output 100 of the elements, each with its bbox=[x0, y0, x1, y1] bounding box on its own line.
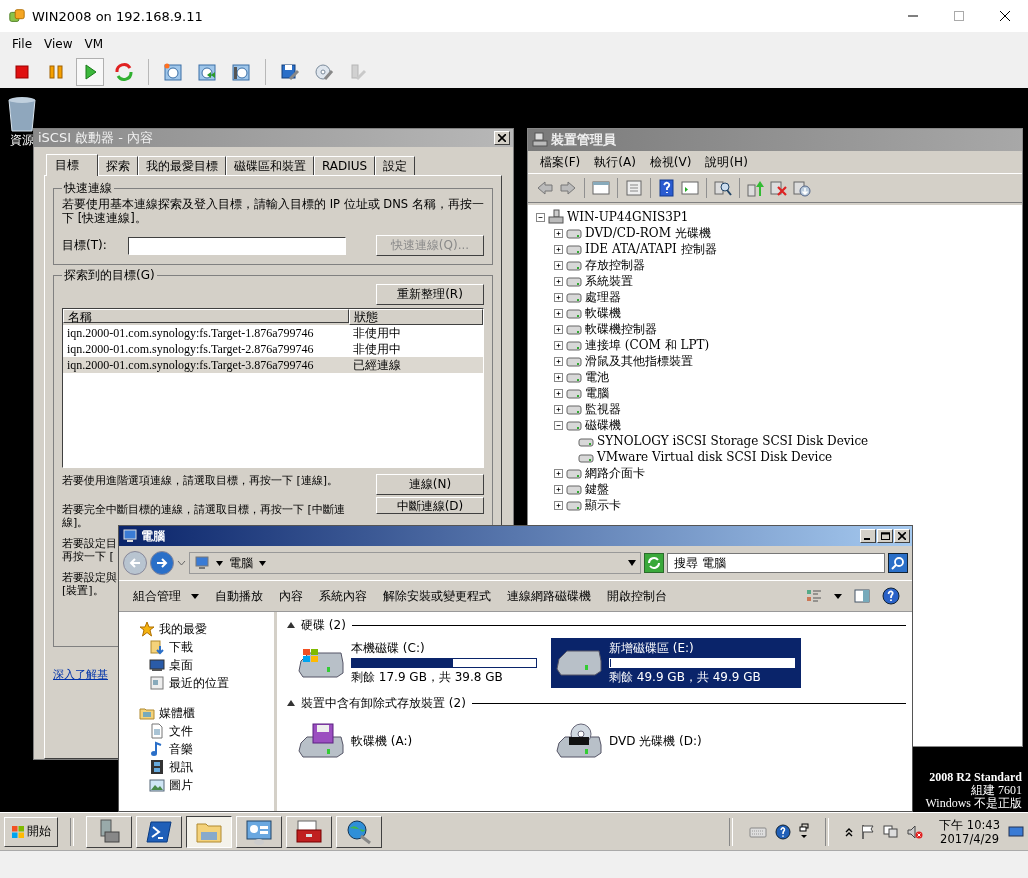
close-button[interactable] bbox=[894, 529, 910, 543]
clock-date[interactable]: 2017/4/29 bbox=[940, 831, 1000, 846]
help-icon[interactable] bbox=[882, 587, 900, 605]
tree-expander[interactable] bbox=[554, 324, 563, 334]
drive-item[interactable]: DVD 光碟機 (D:) bbox=[551, 716, 801, 766]
menu-item[interactable]: VM bbox=[84, 37, 104, 51]
tree-expander[interactable] bbox=[554, 308, 563, 318]
network-icon[interactable] bbox=[883, 823, 900, 840]
tree-expander[interactable] bbox=[554, 244, 563, 254]
tab[interactable]: 設定 bbox=[375, 156, 416, 175]
nav-item[interactable]: 桌面 bbox=[169, 656, 193, 674]
tree-item[interactable]: SYNOLOGY iSCSI Storage SCSI Disk Device bbox=[597, 434, 869, 448]
nav-item[interactable]: 圖片 bbox=[169, 776, 193, 794]
tree-item[interactable]: 網路介面卡 bbox=[585, 464, 645, 482]
nav-item[interactable]: 視訊 bbox=[169, 758, 193, 776]
install-icon[interactable] bbox=[793, 179, 811, 197]
tree-item[interactable]: 系統裝置 bbox=[585, 272, 633, 290]
connect-button[interactable]: 連線(N) bbox=[376, 474, 484, 495]
help-icon[interactable] bbox=[658, 179, 676, 197]
show-desktop-icon[interactable] bbox=[1008, 824, 1024, 839]
tree-expander[interactable] bbox=[554, 292, 563, 302]
tab[interactable]: 目標 bbox=[46, 154, 98, 176]
tree-expander[interactable] bbox=[554, 228, 563, 238]
play-button[interactable] bbox=[76, 58, 104, 86]
back-button[interactable] bbox=[123, 551, 147, 575]
tree-item[interactable]: VMware Virtual disk SCSI Disk Device bbox=[597, 450, 833, 464]
help-link[interactable]: 深入了解基 bbox=[53, 667, 108, 682]
refresh-button[interactable]: 重新整理(R) bbox=[376, 284, 484, 305]
windows-toggle-icon[interactable] bbox=[799, 822, 810, 841]
menu-item[interactable]: View bbox=[44, 37, 73, 51]
tree-item[interactable]: 電池 bbox=[585, 368, 609, 386]
tree-item[interactable]: DVD/CD-ROM 光碟機 bbox=[585, 224, 711, 242]
tab[interactable]: 磁碟區和裝置 bbox=[226, 156, 314, 175]
nav-item[interactable]: 音樂 bbox=[169, 740, 193, 758]
search-field[interactable]: 搜尋 電腦 bbox=[667, 553, 885, 573]
list-row[interactable]: iqn.2000-01.com.synology:fs.Target-2.876a799746 非使用中 bbox=[63, 341, 483, 357]
panel-icon[interactable] bbox=[681, 179, 699, 197]
tree-item[interactable]: 存放控制器 bbox=[585, 256, 645, 274]
command-button[interactable]: 組合管理 bbox=[125, 584, 207, 608]
close-button[interactable] bbox=[494, 131, 510, 145]
scan-icon[interactable] bbox=[714, 179, 732, 197]
menu-item[interactable]: 執行(A) bbox=[594, 153, 636, 171]
tree-expander[interactable] bbox=[554, 260, 563, 270]
taskbar-app-button[interactable] bbox=[186, 815, 232, 848]
tree-expander[interactable] bbox=[554, 500, 563, 510]
tree-item[interactable]: IDE ATA/ATAPI 控制器 bbox=[585, 240, 717, 258]
address-bar[interactable]: 電腦 bbox=[189, 552, 641, 574]
tab[interactable]: 探索 bbox=[98, 156, 138, 175]
recycle-bin-icon[interactable] bbox=[5, 94, 39, 132]
column-header[interactable]: 名稱 bbox=[63, 309, 349, 323]
tree-expander[interactable] bbox=[554, 468, 563, 478]
command-button[interactable]: 自動播放 bbox=[207, 584, 271, 608]
column-header[interactable]: 狀態 bbox=[349, 309, 483, 325]
maximize-button[interactable] bbox=[877, 529, 893, 543]
tree-expander[interactable] bbox=[554, 388, 563, 398]
drive-item[interactable]: 新增磁碟區 (E:) 剩餘 49.9 GB，共 49.9 GB bbox=[551, 638, 801, 688]
panel-icon[interactable] bbox=[592, 179, 610, 197]
tree-expander[interactable] bbox=[536, 212, 545, 222]
drive-item[interactable]: 本機磁碟 (C:) 剩餘 17.9 GB，共 39.8 GB bbox=[293, 638, 543, 688]
tab[interactable]: RADIUS bbox=[314, 156, 376, 175]
caret-icon[interactable] bbox=[834, 593, 842, 599]
list-row[interactable]: iqn.2000-01.com.synology:fs.Target-1.876a799746 非使用中 bbox=[63, 325, 483, 341]
tree-item[interactable]: 電腦 bbox=[585, 384, 609, 402]
menu-item[interactable]: 檢視(V) bbox=[649, 153, 692, 171]
tree-expander[interactable] bbox=[554, 372, 563, 382]
tree-expander[interactable] bbox=[554, 404, 563, 414]
tree-item[interactable]: 監視器 bbox=[585, 400, 621, 418]
forward-button[interactable] bbox=[150, 551, 174, 575]
search-button[interactable] bbox=[888, 553, 908, 573]
drive-item[interactable]: 軟碟機 (A:) bbox=[293, 716, 543, 766]
disconnect-button[interactable]: 中斷連線(D) bbox=[376, 497, 484, 514]
tree-expander[interactable] bbox=[554, 420, 563, 430]
tree-expander[interactable] bbox=[554, 356, 563, 366]
collapse-caret-icon[interactable] bbox=[287, 700, 295, 706]
tree-item[interactable]: 滑鼠及其他指標裝置 bbox=[585, 352, 693, 370]
collapse-caret-icon[interactable] bbox=[287, 622, 295, 628]
volume-muted-icon[interactable] bbox=[907, 823, 924, 840]
nav-item[interactable]: 最近的位置 bbox=[169, 674, 229, 692]
flag-icon[interactable] bbox=[861, 823, 876, 840]
tree-item[interactable]: 軟碟機 bbox=[585, 304, 621, 322]
tree-item[interactable]: 鍵盤 bbox=[585, 480, 609, 498]
list-row[interactable]: iqn.2000-01.com.synology:fs.Target-3.876a799746 已經連線 bbox=[63, 357, 483, 373]
tree-expander[interactable] bbox=[554, 340, 563, 350]
menu-item[interactable]: 說明(H) bbox=[705, 153, 748, 171]
start-button[interactable]: 開始 bbox=[4, 816, 58, 847]
tree-item[interactable]: 磁碟機 bbox=[585, 416, 621, 434]
command-button[interactable]: 開啟控制台 bbox=[599, 584, 675, 608]
menu-item[interactable]: File bbox=[12, 37, 33, 51]
menu-item[interactable]: 檔案(F) bbox=[540, 153, 581, 171]
nav-item[interactable]: 下載 bbox=[169, 638, 193, 656]
remove-icon[interactable] bbox=[770, 179, 788, 197]
tab[interactable]: 我的最愛目標 bbox=[138, 156, 226, 175]
tree-expander[interactable] bbox=[554, 276, 563, 286]
tree-expander[interactable] bbox=[554, 484, 563, 494]
command-button[interactable]: 系統內容 bbox=[311, 584, 375, 608]
command-button[interactable]: 連線網路磁碟機 bbox=[499, 584, 599, 608]
command-button[interactable]: 解除安裝或變更程式 bbox=[375, 584, 499, 608]
preview-pane-icon[interactable] bbox=[854, 588, 870, 604]
tree-item[interactable]: 處理器 bbox=[585, 288, 621, 306]
command-button[interactable]: 內容 bbox=[271, 584, 311, 608]
